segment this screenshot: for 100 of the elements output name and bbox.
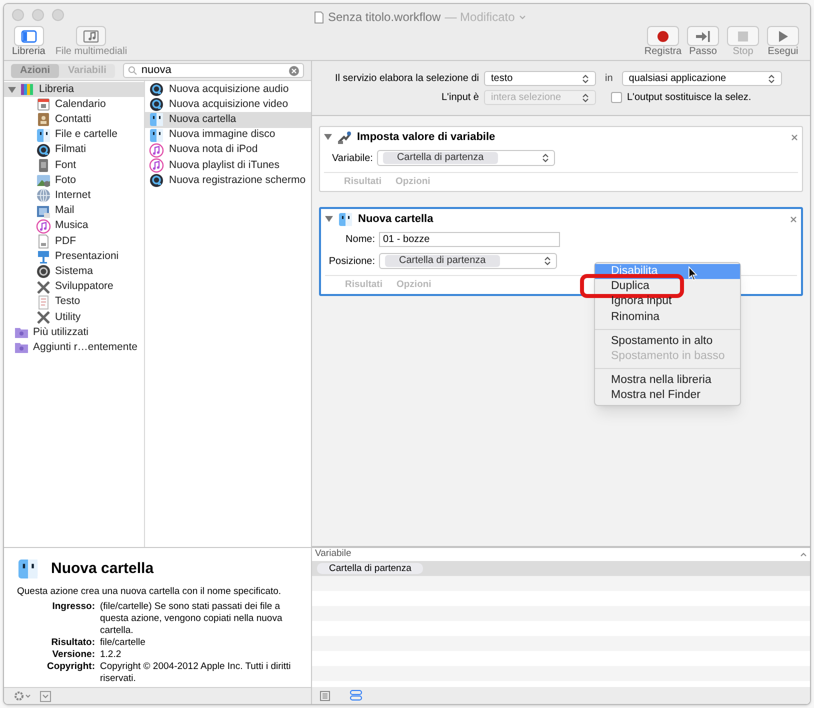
library-item[interactable]: Sistema xyxy=(4,264,144,280)
document-icon xyxy=(314,10,324,24)
font-book-icon xyxy=(36,158,51,174)
podium-icon xyxy=(36,249,51,264)
library-item[interactable]: Filmati xyxy=(4,142,144,158)
collapse-icon[interactable] xyxy=(40,690,51,702)
library-item[interactable]: PDF xyxy=(4,234,144,250)
field-label: Variabile: xyxy=(331,152,373,166)
field-value: (file/cartelle) Se sono stati passati dei file a questa azione, vengono copiati nella nuova cartella. xyxy=(100,600,284,636)
lens-icon xyxy=(149,173,164,188)
variable-row[interactable]: Cartella di partenza xyxy=(312,561,810,576)
gear-menu-icon[interactable] xyxy=(14,691,32,701)
menu-item[interactable]: Rinomina xyxy=(595,310,740,325)
music-note-icon xyxy=(36,218,51,234)
library-item[interactable]: Più utilizzati xyxy=(4,325,144,340)
library-item[interactable]: Presentazioni xyxy=(4,249,144,264)
library-item[interactable]: Libreria xyxy=(4,82,144,98)
action-item[interactable]: Nuova acquisizione audio xyxy=(145,82,311,98)
library-item[interactable]: Sviluppatore xyxy=(4,279,144,295)
folder-icon xyxy=(14,340,29,356)
menu-item[interactable]: Spostamento in alto xyxy=(595,334,740,349)
updown-icon xyxy=(582,74,589,84)
record-icon xyxy=(655,30,671,42)
field-label: Ingresso: xyxy=(51,600,95,614)
crossed-tools-icon xyxy=(36,280,51,295)
face-icon xyxy=(149,112,164,128)
lens-icon xyxy=(149,97,164,112)
column-header[interactable]: Variabile xyxy=(315,547,352,562)
menu-item[interactable]: Mostra nel Finder xyxy=(595,388,740,404)
action-item[interactable]: Nuova immagine disco xyxy=(145,128,311,143)
library-item[interactable]: Testo xyxy=(4,294,144,310)
face-icon xyxy=(36,128,51,143)
step-icon xyxy=(695,30,711,42)
close-icon[interactable] xyxy=(791,134,798,140)
books-icon xyxy=(20,82,35,98)
description-summary: Questa azione crea una nuova cartella con il nome specificato. xyxy=(17,586,282,598)
search-field[interactable]: nuova xyxy=(123,63,304,78)
chevron-icon xyxy=(518,14,526,20)
face-icon xyxy=(17,558,39,580)
action-item[interactable]: Nuova playlist di iTunes xyxy=(145,158,311,174)
stop-icon xyxy=(735,30,751,42)
photo-icon xyxy=(36,173,51,188)
lens-icon xyxy=(36,142,51,158)
close-icon[interactable] xyxy=(790,216,797,222)
updown-icon xyxy=(768,74,775,84)
action-item[interactable]: Nuova registrazione schermo xyxy=(145,173,311,188)
description-title: Nuova cartella xyxy=(51,559,154,579)
disclosure-triangle-icon[interactable] xyxy=(8,86,16,94)
folder-icon xyxy=(14,325,29,340)
field-label: Posizione: xyxy=(328,254,375,268)
globe-icon xyxy=(36,188,51,204)
library-item[interactable]: Font xyxy=(4,158,144,174)
gear-icon xyxy=(36,264,51,280)
updown-icon xyxy=(582,92,589,102)
updown-icon xyxy=(542,153,549,163)
library-item[interactable]: Internet xyxy=(4,188,144,204)
menu-item[interactable]: Ignora input xyxy=(595,294,740,310)
action-item[interactable]: Nuova acquisizione video xyxy=(145,97,311,112)
action-title: Nuova cartella xyxy=(358,212,434,227)
library-item[interactable]: Musica xyxy=(4,218,144,234)
updown-icon xyxy=(544,256,551,266)
window-subtitle: — Modificato xyxy=(444,9,515,26)
menu-item[interactable]: Mostra nella libreria xyxy=(595,373,740,388)
disclosure-triangle-icon[interactable] xyxy=(324,133,332,141)
notepad-icon xyxy=(36,294,51,310)
library-item[interactable]: Aggiunti r…entemente xyxy=(4,340,144,356)
library-item[interactable]: Utility xyxy=(4,310,144,325)
log-icon[interactable] xyxy=(320,690,330,700)
text-field[interactable]: 01 - bozze xyxy=(379,232,560,247)
library-item[interactable]: Calendario xyxy=(4,97,144,112)
popup-button[interactable]: Cartella di partenza xyxy=(379,253,557,269)
window-title: Senza titolo.workflow xyxy=(328,9,441,26)
disclosure-triangle-icon[interactable] xyxy=(325,215,333,223)
field-value: file/cartelle xyxy=(100,636,146,648)
search-icon xyxy=(128,66,138,75)
field-label: Risultato: xyxy=(50,636,95,648)
popup-button[interactable]: testo xyxy=(484,71,596,86)
library-item[interactable]: Foto xyxy=(4,173,144,188)
action-card[interactable]: Imposta valore di variabile Variabile: Cartella di partenza Risultati Opzioni xyxy=(319,126,803,192)
clear-icon[interactable] xyxy=(289,66,299,76)
library-item[interactable]: Mail xyxy=(4,204,144,219)
action-title: Imposta valore di variabile xyxy=(357,130,496,145)
popup-button[interactable]: Cartella di partenza xyxy=(376,150,555,166)
action-item[interactable]: Nuova cartella xyxy=(145,112,311,128)
sort-caret-icon[interactable] xyxy=(800,552,807,557)
address-book-icon xyxy=(36,112,51,128)
calendar-icon xyxy=(36,97,51,112)
library-item[interactable]: File e cartelle xyxy=(4,128,144,143)
sidebar-icon xyxy=(20,30,37,42)
field-label: Versione: xyxy=(51,648,95,660)
field-value: 1.2.2 xyxy=(100,648,122,660)
library-item[interactable]: Contatti xyxy=(4,112,144,128)
output-checkbox[interactable]: L'output sostituisce la selez. xyxy=(611,90,752,105)
music-note-icon xyxy=(149,158,164,174)
variables-view-icon[interactable] xyxy=(350,690,362,701)
action-item[interactable]: Nuova nota di iPod xyxy=(145,142,311,158)
popup-button[interactable]: qualsiasi applicazione xyxy=(622,71,782,86)
stamp-icon xyxy=(36,204,51,219)
photo-music-icon xyxy=(83,30,100,42)
crossed-tools-icon xyxy=(36,310,51,325)
